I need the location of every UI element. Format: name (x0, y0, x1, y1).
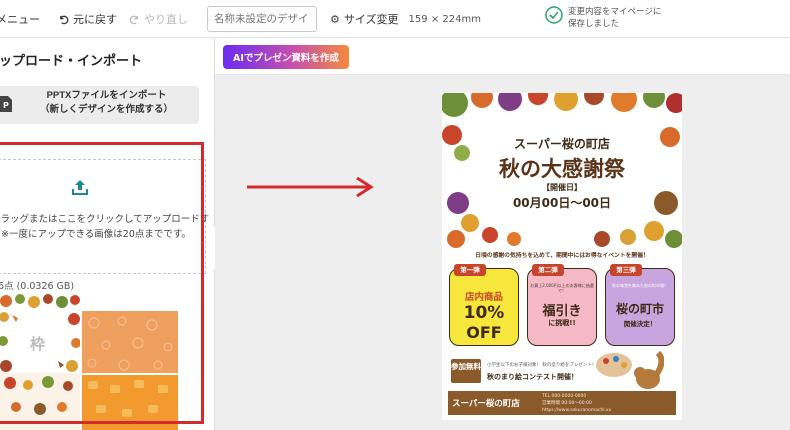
footer-tel: TEL 000-0000-0000 (542, 394, 587, 399)
autumn-strip-image (0, 294, 80, 308)
footer-url: https://www.sakuranomachi.xx (542, 408, 612, 413)
event-tag-3: 第三弾 (610, 264, 642, 276)
thumbnail-frame[interactable]: 枠 (0, 311, 80, 373)
pptx-button-label: PPTXファイルをインポート （新しくデザインを作成する） (39, 90, 173, 115)
redo-label: やり直し (144, 13, 188, 26)
contest-note: 小学生以下のお子様対象！ 秋の塗り絵をプレゼント！ (487, 363, 597, 368)
gear-icon: ⚙ (330, 12, 340, 26)
event-sub-3: 開催決定！ (623, 320, 657, 328)
thumbnail-grid: 枠 (0, 291, 203, 430)
autumn-items-image (4, 376, 73, 415)
upload-dropzone[interactable]: ドラッグまたはここをクリックしてアップロードす ※一度にアップできる画像は20点… (0, 159, 210, 274)
canvas-header: AIでプレゼン資料を作成 (215, 38, 790, 75)
flyer-date-value: 00月00日〜00日 (512, 196, 612, 210)
pptx-file-icon: P (0, 96, 12, 112)
thumbnail-image[interactable] (0, 291, 80, 311)
flyer-store-name: スーパー桜の町店 (514, 137, 610, 151)
redo-icon (129, 15, 138, 24)
editor-root: メニュー 元に戻す やり直し ⚙ サイズ変更 159 × 224mm 変更内容を… (0, 0, 790, 430)
event-title-1: 店内商品 (464, 292, 503, 303)
footer-hours: 営業時間 00:00〜00:00 (542, 401, 592, 406)
event-tag-1: 第一弾 (454, 264, 486, 276)
event-sub-2: に挑戦!! (548, 319, 576, 327)
upload-count: 6点 (0.0326 GB) (0, 281, 75, 292)
arrow-right-icon (247, 176, 374, 198)
event-sub-1: OFF (466, 323, 502, 342)
thumbnail-pattern[interactable] (82, 375, 178, 430)
panel-title: アップロード・インポート (0, 54, 143, 69)
footer-store-name: スーパー桜の町店 (452, 399, 520, 409)
ai-presentation-button[interactable]: AIでプレゼン資料を作成 (223, 45, 349, 69)
undo-label: 元に戻す (73, 13, 117, 26)
upload-panel: アップロード・インポート P PPTXファイルをインポート （新しくデザインを作成… (0, 38, 215, 430)
event-big-1: 10% (463, 303, 505, 323)
event-note-3: 秋の味覚を集めた桜の町市場！ (612, 283, 668, 288)
undo-button[interactable]: 元に戻す (58, 11, 117, 27)
thumbnail-image[interactable] (0, 373, 80, 430)
event-title-3: 桜の町市 (615, 302, 664, 316)
flyer-intro: 日頃の感謝の気持ちを込めて、期間中にはお得なイベントを開催！ (475, 253, 649, 259)
thumbnail-pattern[interactable] (82, 311, 178, 373)
redo-button[interactable]: やり直し (129, 11, 188, 27)
save-status-text: 変更内容をマイページに保存しました (568, 7, 662, 29)
upload-icon (72, 180, 88, 195)
free-join-tag: 参加無料 (451, 359, 481, 383)
flyer-headline: 秋の大感謝祭 (499, 157, 625, 181)
check-circle-icon (545, 6, 563, 24)
resize-label: サイズ変更 (343, 13, 399, 26)
thumbnail-label: 枠 (30, 336, 46, 353)
design-name-input[interactable] (207, 6, 317, 32)
event-note-2: お買上2,000円以上のお客様に抽選で！ (530, 283, 594, 293)
flyer-design[interactable]: スーパー桜の町店 秋の大感謝祭 【開催日】 00月00日〜00日 日頃の感謝の気… (442, 93, 682, 420)
orange-pattern-image (87, 316, 173, 371)
drop-limit-note: ※一度にアップできる画像は20点までです。 (1, 229, 191, 240)
palette-squirrel-illustration (596, 351, 664, 389)
svg-text:P: P (3, 101, 9, 110)
undo-icon (60, 15, 69, 24)
pptx-import-button[interactable]: P PPTXファイルをインポート （新しくデザインを作成する） (0, 86, 199, 124)
menu-label: メニュー (0, 13, 40, 26)
event-title-2: 福引き (542, 304, 582, 319)
resize-button[interactable]: ⚙ サイズ変更 159 × 224mm (330, 11, 481, 27)
menu-button[interactable]: メニュー (0, 11, 40, 27)
event-tag-2: 第二弾 (532, 264, 564, 276)
flyer-date-label: 【開催日】 (542, 183, 582, 192)
drop-hint: ドラッグまたはここをクリックしてアップロードす (0, 214, 210, 225)
orange-foods-image (88, 380, 168, 417)
save-status: 変更内容をマイページに保存しました (545, 6, 663, 30)
top-toolbar: メニュー 元に戻す やり直し ⚙ サイズ変更 159 × 224mm 変更内容を… (0, 0, 790, 38)
contest-title: 秋のまり絵コンテスト開催！ (487, 373, 578, 381)
size-value: 159 × 224mm (408, 13, 481, 25)
